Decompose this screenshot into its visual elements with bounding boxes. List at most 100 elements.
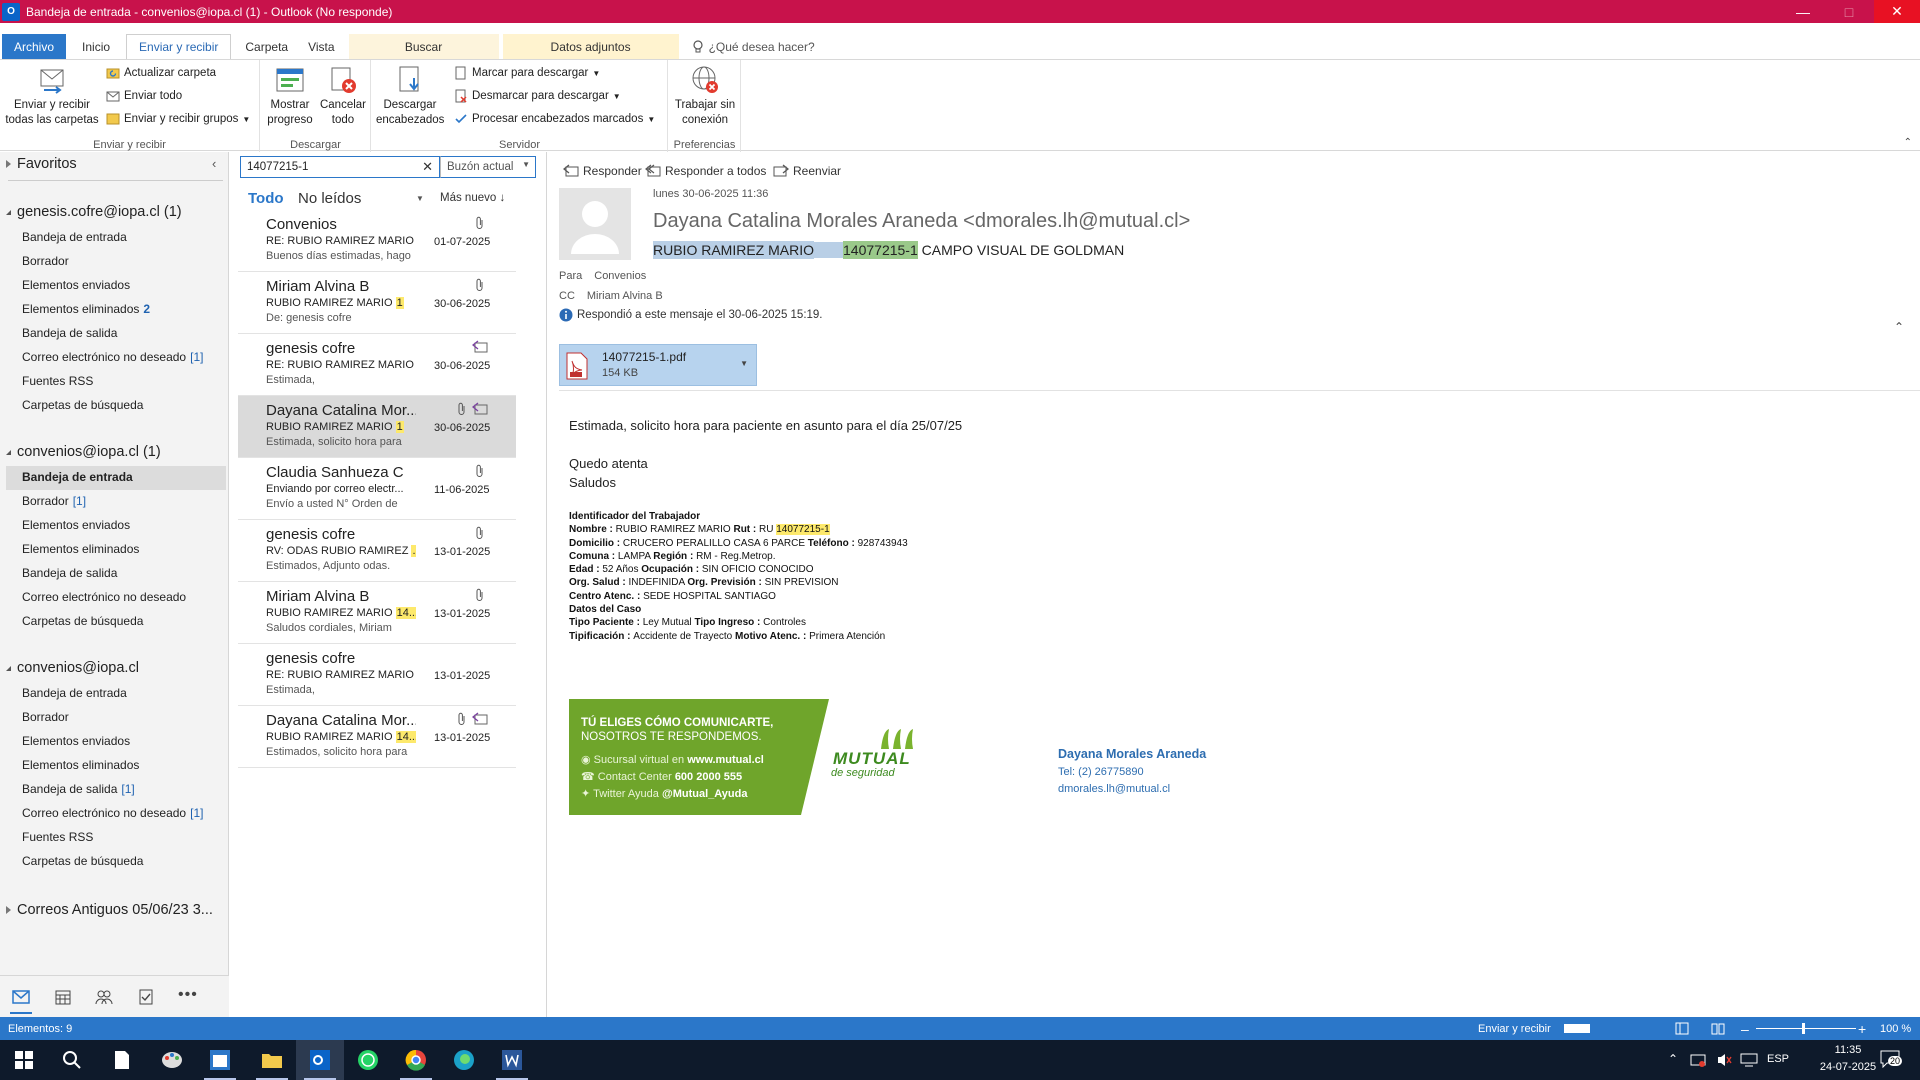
zoom-thumb[interactable] <box>1802 1023 1805 1034</box>
attachment-pdf[interactable]: 14077215-1.pdf 154 KB ▼ <box>559 344 757 386</box>
cancel-all-button[interactable]: Cancelar todo <box>317 64 369 128</box>
folder-drafts[interactable]: Borrador [1] <box>22 494 86 508</box>
forward-button[interactable]: Reenviar <box>773 164 841 178</box>
display-icon[interactable] <box>1740 1053 1758 1067</box>
folder-inbox[interactable]: Bandeja de entrada <box>22 230 127 244</box>
folder-sent[interactable]: Elementos enviados <box>22 278 130 292</box>
clear-search-icon[interactable]: ✕ <box>422 159 433 175</box>
network-icon[interactable] <box>1690 1052 1706 1068</box>
process-headers-button[interactable]: Procesar encabezados marcados ▼ <box>454 112 655 126</box>
collapse-ribbon-icon[interactable]: ⌃ <box>1904 137 1912 148</box>
list-item[interactable]: Claudia Sanhueza C Enviando por correo el… <box>238 458 516 520</box>
folder-outbox[interactable]: Bandeja de salida [1] <box>22 782 135 796</box>
folder-drafts[interactable]: Borrador <box>22 710 69 724</box>
minimize-button[interactable]: — <box>1780 0 1826 23</box>
folder-rss[interactable]: Fuentes RSS <box>22 830 93 844</box>
filter-all[interactable]: Todo <box>248 190 284 207</box>
folder-inbox-selected[interactable]: Bandeja de entrada <box>22 470 133 484</box>
folder-junk[interactable]: Correo electrónico no deseado [1] <box>22 806 203 820</box>
reply-all-button[interactable]: Responder a todos <box>645 164 766 178</box>
folder-inbox[interactable]: Bandeja de entrada <box>22 686 127 700</box>
folder-drafts[interactable]: Borrador <box>22 254 69 268</box>
list-item[interactable]: Dayana Catalina Mor... RUBIO RAMIREZ MARI… <box>238 706 516 768</box>
taskbar-file-app[interactable] <box>98 1040 146 1080</box>
tell-me-box[interactable]: ¿Qué desea hacer? <box>691 34 815 59</box>
send-receive-all-button[interactable]: Enviar y recibir todas las carpetas <box>2 64 102 128</box>
chevron-down-icon[interactable]: ▼ <box>740 359 748 368</box>
search-taskbar-button[interactable] <box>48 1040 96 1080</box>
zoom-in-icon[interactable]: + <box>1858 1021 1866 1037</box>
tab-buscar[interactable]: Buscar <box>348 34 499 59</box>
people-icon[interactable] <box>95 989 113 1005</box>
archive-header[interactable]: Correos Antiguos 05/06/23 3... <box>6 902 213 918</box>
calendar-icon[interactable] <box>55 989 71 1005</box>
maximize-button[interactable]: □ <box>1826 0 1872 23</box>
signature-email[interactable]: dmorales.lh@mutual.cl <box>1058 783 1170 795</box>
taskbar-calendar-app[interactable] <box>196 1040 244 1080</box>
tab-enviar-recibir[interactable]: Enviar y recibir <box>126 34 232 59</box>
list-item[interactable]: genesis cofre RE: RUBIO RAMIREZ MARIO ...… <box>238 334 516 396</box>
reading-view-icon[interactable] <box>1711 1022 1725 1035</box>
notification-center-button[interactable]: 20 <box>1880 1050 1903 1070</box>
tab-archivo[interactable]: Archivo <box>2 34 67 59</box>
taskbar-outlook-app[interactable] <box>296 1040 344 1080</box>
close-button[interactable]: ✕ <box>1874 0 1920 23</box>
list-item[interactable]: Convenios RE: RUBIO RAMIREZ MARIO ... Buen… <box>238 210 516 272</box>
taskbar-chrome-app[interactable] <box>392 1040 440 1080</box>
tray-expand-icon[interactable]: ⌃ <box>1668 1052 1678 1066</box>
update-folder-button[interactable]: Actualizar carpeta <box>106 66 216 80</box>
folder-junk[interactable]: Correo electrónico no deseado <box>22 590 186 604</box>
reply-button[interactable]: Responder <box>563 164 642 178</box>
clock-date[interactable]: 24-07-2025 <box>1818 1061 1878 1073</box>
folder-outbox[interactable]: Bandeja de salida <box>22 326 117 340</box>
collapse-header-icon[interactable]: ⌃ <box>1894 320 1904 334</box>
to-recipient[interactable]: Convenios <box>594 270 646 282</box>
taskbar-explorer-app[interactable] <box>248 1040 296 1080</box>
normal-view-icon[interactable] <box>1675 1022 1689 1035</box>
tab-carpeta[interactable]: Carpeta <box>231 34 302 59</box>
work-offline-button[interactable]: Trabajar sin conexión <box>671 64 739 128</box>
list-item[interactable]: Miriam Alvina B RUBIO RAMIREZ MARIO 1 De: … <box>238 272 516 334</box>
taskbar-paint-app[interactable] <box>148 1040 196 1080</box>
filter-dropdown-icon[interactable]: ▼ <box>416 194 424 203</box>
tab-inicio[interactable]: Inicio <box>66 34 126 59</box>
zoom-out-icon[interactable]: – <box>1741 1021 1749 1037</box>
sort-button[interactable]: Más nuevo ↓ <box>440 192 505 204</box>
account-header-3[interactable]: convenios@iopa.cl <box>6 660 139 676</box>
list-item[interactable]: Dayana Catalina Mor... RUBIO RAMIREZ MARI… <box>238 396 516 458</box>
filter-unread[interactable]: No leídos <box>298 190 361 207</box>
start-button[interactable] <box>0 1040 48 1080</box>
list-item[interactable]: genesis cofre RE: RUBIO RAMIREZ MARIO ...… <box>238 644 516 706</box>
show-progress-button[interactable]: Mostrar progreso <box>263 64 317 128</box>
favorites-header[interactable]: Favoritos <box>6 156 77 172</box>
sender-name[interactable]: Dayana Catalina Morales Araneda <dmorale… <box>653 210 1190 233</box>
tab-vista[interactable]: Vista <box>302 34 348 59</box>
folder-deleted[interactable]: Elementos eliminados <box>22 542 139 556</box>
folder-search[interactable]: Carpetas de búsqueda <box>22 614 143 628</box>
mutual-banner[interactable]: TÚ ELIGES CÓMO COMUNICARTE, NOSOTROS TE … <box>569 699 829 815</box>
clock-time[interactable]: 11:35 <box>1818 1044 1878 1056</box>
more-icon[interactable]: ••• <box>178 986 198 1004</box>
account-header-2[interactable]: convenios@iopa.cl (1) <box>6 444 161 460</box>
account-header-1[interactable]: genesis.cofre@iopa.cl (1) <box>6 204 182 220</box>
search-input[interactable]: 14077215-1 ✕ <box>240 156 440 178</box>
folder-deleted[interactable]: Elementos eliminados <box>22 758 139 772</box>
taskbar-edge-app[interactable] <box>440 1040 488 1080</box>
send-receive-groups-button[interactable]: Enviar y recibir grupos ▼ <box>106 112 250 126</box>
mail-icon[interactable] <box>12 990 30 1004</box>
unmark-download-button[interactable]: Desmarcar para descargar ▼ <box>454 89 621 103</box>
send-all-button[interactable]: Enviar todo <box>106 89 182 103</box>
folder-outbox[interactable]: Bandeja de salida <box>22 566 117 580</box>
folder-sent[interactable]: Elementos enviados <box>22 734 130 748</box>
folder-deleted[interactable]: Elementos eliminados 2 <box>22 302 150 316</box>
folder-junk[interactable]: Correo electrónico no deseado [1] <box>22 350 203 364</box>
folder-search[interactable]: Carpetas de búsqueda <box>22 398 143 412</box>
taskbar-whatsapp-app[interactable] <box>344 1040 392 1080</box>
folder-sent[interactable]: Elementos enviados <box>22 518 130 532</box>
folder-rss[interactable]: Fuentes RSS <box>22 374 93 388</box>
taskbar-word-app[interactable] <box>488 1040 536 1080</box>
list-item[interactable]: Miriam Alvina B RUBIO RAMIREZ MARIO 14...… <box>238 582 516 644</box>
collapse-pane-icon[interactable]: ‹ <box>212 156 216 171</box>
tab-datos-adjuntos[interactable]: Datos adjuntos <box>502 34 679 59</box>
search-scope-dropdown[interactable]: Buzón actual ▼ <box>440 156 536 178</box>
